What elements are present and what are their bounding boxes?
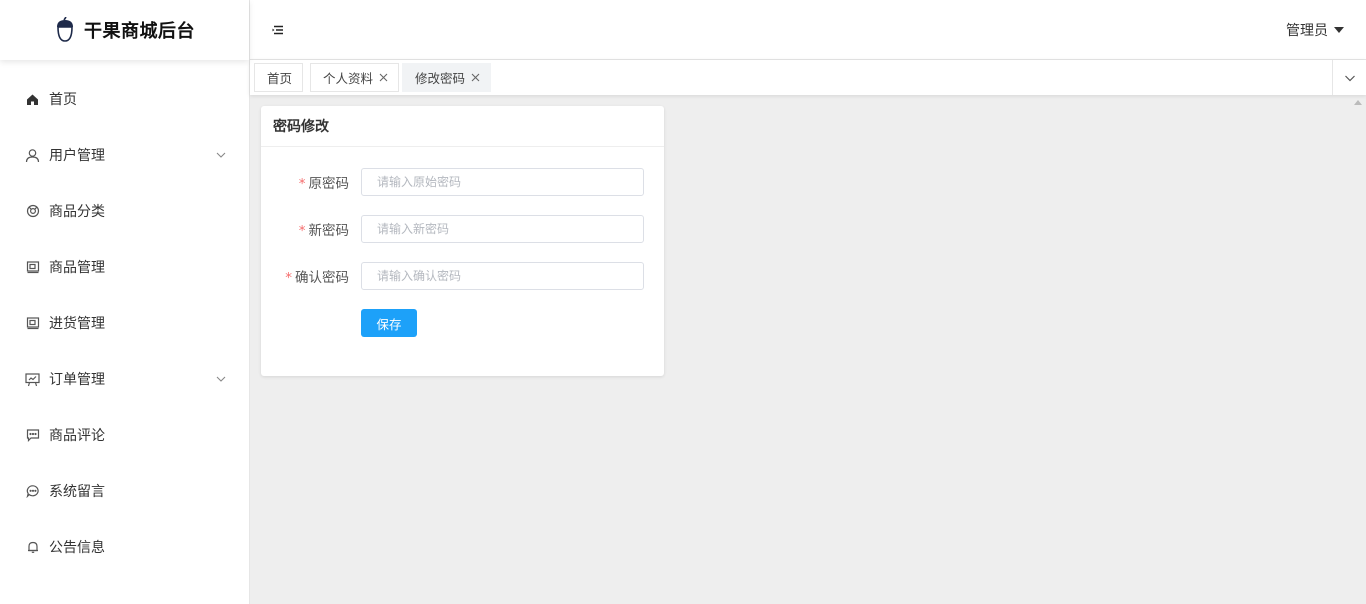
required-mark: * [285,270,292,286]
form-label: * 新密码 [261,219,361,239]
app-title: 干果商城后台 [84,21,195,42]
message-icon [25,484,40,499]
required-mark: * [298,176,306,192]
chevron-down-icon [1344,75,1355,81]
tab-change-password[interactable]: 修改密码 [402,63,492,92]
logo: 干果商城后台 [0,0,249,60]
form-row-old-password: * 原密码 [261,168,664,196]
confirm-password-input[interactable] [361,262,644,290]
tab-label: 个人资料 [323,71,374,86]
sidebar-item-order-management[interactable]: 订单管理 [0,351,249,407]
top-header: 管理员 [250,0,1366,60]
sidebar-item-announcements[interactable]: 公告信息 [0,519,249,575]
stock-icon [25,316,40,331]
sidebar-item-label: 首页 [49,92,77,108]
sidebar-item-goods-comments[interactable]: 商品评论 [0,407,249,463]
old-password-input[interactable] [361,168,644,196]
form-label: * 确认密码 [261,266,361,286]
sidebar-item-goods-category[interactable]: 商品分类 [0,183,249,239]
caret-down-icon [1334,27,1344,33]
close-icon[interactable] [471,73,480,82]
menu-collapse-icon[interactable] [270,22,286,38]
sidebar-item-user-management[interactable]: 用户管理 [0,127,249,183]
new-password-input[interactable] [361,215,644,243]
sidebar-item-label: 商品评论 [49,428,105,444]
save-button[interactable]: 保存 [361,309,417,337]
sidebar-item-label: 商品管理 [49,260,105,276]
field-label-text: 新密码 [308,223,350,239]
chevron-down-icon [216,152,226,158]
sidebar-item-goods-management[interactable]: 商品管理 [0,239,249,295]
card-title: 密码修改 [261,106,664,147]
comment-icon [25,428,40,443]
category-icon [25,204,40,219]
field-label-text: 原密码 [308,176,350,192]
tab-label: 首页 [267,71,293,86]
tab-profile[interactable]: 个人资料 [310,63,400,92]
bell-icon [25,540,40,555]
sidebar-item-system-messages[interactable]: 系统留言 [0,463,249,519]
password-change-card: 密码修改 * 原密码 * 新密码 * 确认密码 保存 [261,106,664,376]
required-mark: * [298,223,306,239]
sidebar-item-stock-management[interactable]: 进货管理 [0,295,249,351]
tab-home[interactable]: 首页 [254,63,304,92]
close-icon[interactable] [379,73,388,82]
form-row-new-password: * 新密码 [261,215,664,243]
user-dropdown[interactable]: 管理员 [1286,20,1344,40]
sidebar-item-label: 用户管理 [49,148,105,164]
sidebar-item-home[interactable]: 首页 [0,71,249,127]
user-name: 管理员 [1286,23,1328,39]
acorn-logo-icon [57,17,73,42]
form-row-confirm-password: * 确认密码 [261,262,664,290]
user-icon [25,148,40,163]
tabs-bar: 首页 个人资料 修改密码 [250,60,1366,95]
tab-label: 修改密码 [415,71,466,86]
chevron-down-icon [216,376,226,382]
sidebar: 干果商城后台 首页 用户管理 商品分类 商品管理 进货管理 订单管理 商品评论 … [0,0,250,604]
tabs-more-button[interactable] [1332,60,1366,95]
sidebar-item-label: 系统留言 [49,484,105,500]
sidebar-item-label: 进货管理 [49,316,105,332]
order-icon [25,372,40,387]
sidebar-item-label: 订单管理 [49,372,105,388]
sidebar-item-label: 公告信息 [49,540,105,556]
goods-icon [25,260,40,275]
scrollbar-up-arrow[interactable] [1354,100,1362,105]
field-label-text: 确认密码 [295,270,349,286]
home-icon [25,92,40,107]
form-label: * 原密码 [261,172,361,192]
sidebar-menu: 首页 用户管理 商品分类 商品管理 进货管理 订单管理 商品评论 系统留言 公告… [0,60,249,575]
sidebar-item-label: 商品分类 [49,204,105,220]
